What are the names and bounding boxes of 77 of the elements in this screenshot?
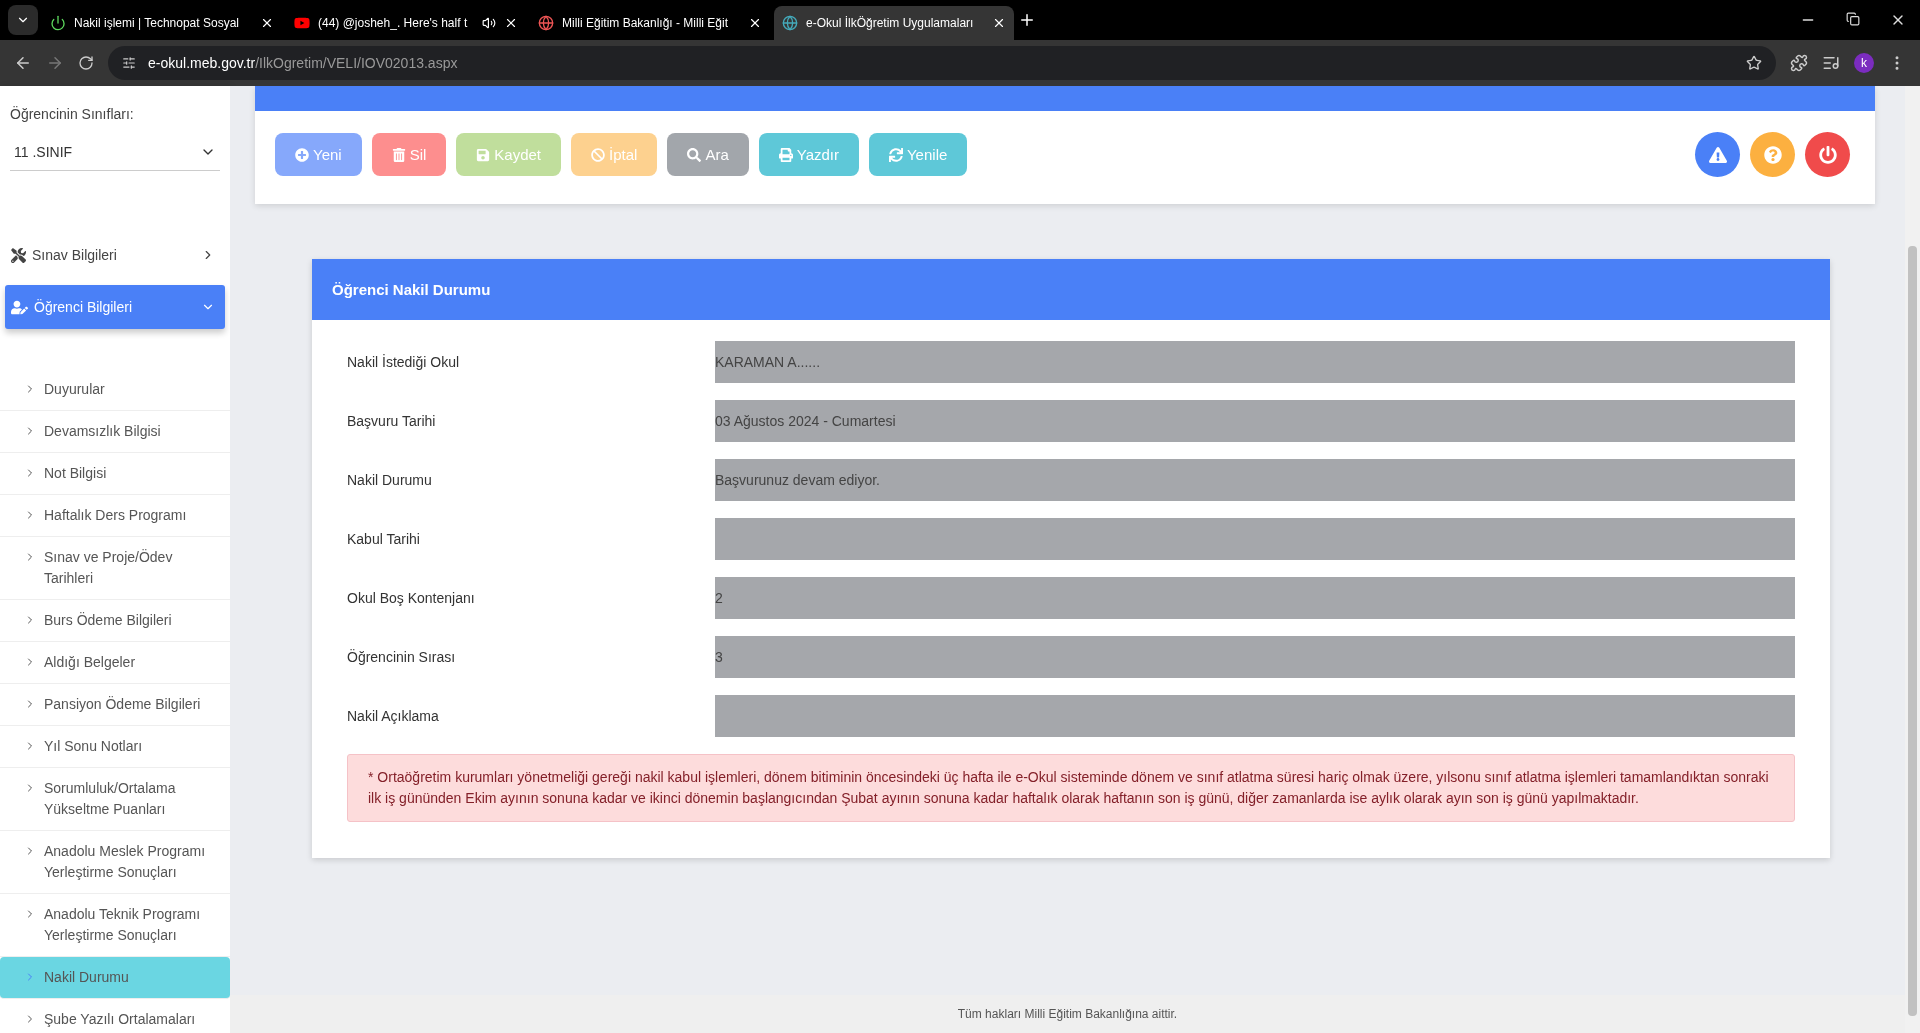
plus-icon xyxy=(295,147,309,162)
refresh-icon xyxy=(889,147,903,162)
site-settings-icon[interactable] xyxy=(122,56,136,70)
tab-list-button[interactable] xyxy=(8,5,38,35)
url-text: e-okul.meb.gov.tr/IlkOgretim/VELI/IOV02013.aspx xyxy=(148,55,458,71)
nav-item[interactable]: Nakil Durumu xyxy=(0,957,230,999)
user-edit-icon xyxy=(11,298,28,316)
tab-title: Nakil işlemi | Technopat Sosyal xyxy=(74,16,240,30)
nav-item[interactable]: Sınav ve Proje/Ödev Tarihleri xyxy=(0,537,230,600)
search-icon xyxy=(687,147,702,162)
close-icon[interactable] xyxy=(748,16,762,30)
close-icon[interactable] xyxy=(260,16,274,30)
close-icon[interactable] xyxy=(504,16,518,30)
class-label: Öğrencinin Sınıfları: xyxy=(9,105,135,124)
reload-icon[interactable] xyxy=(78,55,94,71)
browser-tab[interactable]: e-Okul İlkÖğretim Uygulamaları xyxy=(774,6,1014,40)
readonly-field[interactable]: KARAMAN A...... xyxy=(715,341,1795,383)
field-label: Nakil Durumu xyxy=(347,472,433,488)
nav-item[interactable]: Devamsızlık Bilgisi xyxy=(0,411,230,453)
readonly-field[interactable] xyxy=(715,518,1795,560)
nav-item[interactable]: Anadolu Meslek Programı Yerleştirme Sonuçları xyxy=(0,831,230,894)
trash-icon xyxy=(391,147,406,162)
star-icon[interactable] xyxy=(1746,55,1762,71)
media-icon[interactable] xyxy=(1822,54,1840,72)
nav-item[interactable]: Haftalık Ders Programı xyxy=(0,495,230,537)
profile-avatar[interactable]: k xyxy=(1854,53,1874,73)
field-label: Okul Boş Kontenjanı xyxy=(347,590,476,606)
class-select[interactable]: 11 .SINIF xyxy=(10,134,220,171)
field-label: Nakil Açıklama xyxy=(347,708,440,724)
browser-tab[interactable]: Milli Eğitim Bakanlığı - Milli Eğit xyxy=(530,6,770,40)
warning-icon xyxy=(1708,145,1727,164)
nav-item[interactable]: Yıl Sonu Notları xyxy=(0,726,230,768)
tab-title: Milli Eğitim Bakanlığı - Milli Eğit xyxy=(562,16,730,30)
readonly-field[interactable]: Başvurunuz devam ediyor. xyxy=(715,459,1795,501)
back-icon[interactable] xyxy=(14,54,32,72)
forward-icon[interactable] xyxy=(46,54,64,72)
field-label: Kabul Tarihi xyxy=(347,531,421,547)
nav-group[interactable]: Öğrenci Bilgileri xyxy=(5,285,225,329)
readonly-field[interactable]: 3 xyxy=(715,636,1795,678)
nav-item[interactable]: Duyurular xyxy=(0,369,230,411)
scrollbar-thumb[interactable] xyxy=(1908,246,1917,1016)
power-icon xyxy=(50,15,66,31)
field-label: Öğrencinin Sırası xyxy=(347,649,457,665)
extensions-icon[interactable] xyxy=(1790,54,1808,72)
footer-text: Tüm hakları Milli Eğitim Bakanlığına aittir. xyxy=(230,995,1905,1033)
tools-icon xyxy=(11,247,26,263)
readonly-field[interactable] xyxy=(715,695,1795,737)
nav-item[interactable]: Not Bilgisi xyxy=(0,453,230,495)
nav-group[interactable]: Sınav Bilgileri xyxy=(5,237,225,273)
nav-item[interactable]: Sorumluluk/Ortalama Yükseltme Puanları xyxy=(0,768,230,831)
nav-item[interactable]: Burs Ödeme Bilgileri xyxy=(0,600,230,642)
readonly-field[interactable]: 2 xyxy=(715,577,1795,619)
nav-item[interactable]: Şube Yazılı Ortalamaları xyxy=(0,999,230,1033)
printer-icon xyxy=(778,147,793,162)
field-label: Başvuru Tarihi xyxy=(347,413,437,429)
tab-title: (44) @josheh_. Here's half t xyxy=(318,16,469,30)
field-label: Nakil İstediği Okul xyxy=(347,354,461,370)
power-button[interactable] xyxy=(1805,132,1850,177)
close-icon[interactable] xyxy=(992,16,1006,30)
power-icon xyxy=(1818,145,1837,164)
panel-title: Öğrenci Nakil Durumu xyxy=(312,259,1830,320)
browser-tab[interactable]: Nakil işlemi | Technopat Sosyal xyxy=(42,6,282,40)
nav-item[interactable]: Anadolu Teknik Programı Yerleştirme Sonuçları xyxy=(0,894,230,957)
tab-title: e-Okul İlkÖğretim Uygulamaları xyxy=(806,16,975,30)
speaker-icon[interactable] xyxy=(482,16,496,30)
help-icon xyxy=(1763,145,1782,164)
warning-button[interactable] xyxy=(1695,132,1740,177)
play-icon xyxy=(294,15,310,31)
nav-item[interactable]: Pansiyon Ödeme Bilgileri xyxy=(0,684,230,726)
nav-item[interactable]: Aldığı Belgeler xyxy=(0,642,230,684)
browser-tab[interactable]: (44) @josheh_. Here's half t xyxy=(286,6,526,40)
new-tab-icon[interactable] xyxy=(1018,11,1036,29)
readonly-field[interactable]: 03 Ağustos 2024 - Cumartesi xyxy=(715,400,1795,442)
notice-text: * Ortaöğretim kurumları yönetmeliği gereği nakil kabul işlemleri, dönem bitiminin öncesindeki üç hafta ile e-Okul sisteminde dönem ve sınıf atlatma süresi hariç olmak üzere, yılsonu sınıf atlatma işlemleri tamamlandıktan sonraki ilk iş gününden Ekim ayının sonuna kadar ve ikinci dönemin başlangıcından Şubat ayının sonuna kadar haftalık olarak haftanın son iş günü, diğer zamanlarda ise aylık olarak ayın son iş günü yapılmaktadır. xyxy=(347,754,1795,822)
restore-icon[interactable] xyxy=(1846,12,1860,26)
address-bar[interactable]: e-okul.meb.gov.tr/IlkOgretim/VELI/IOV02013.aspx xyxy=(108,46,1776,80)
ban-icon xyxy=(591,147,606,162)
